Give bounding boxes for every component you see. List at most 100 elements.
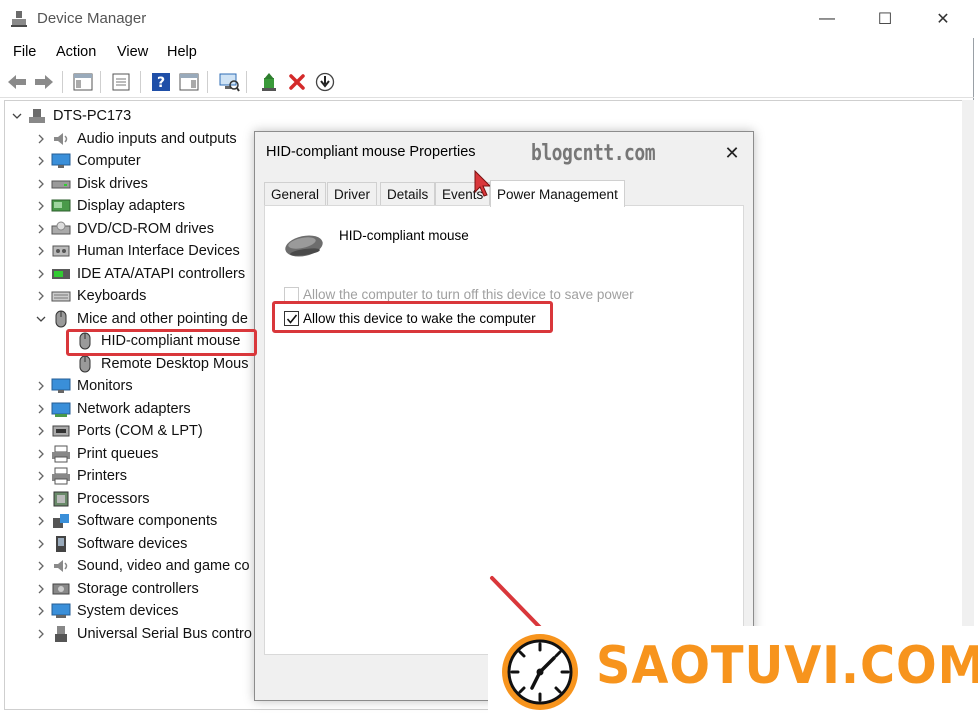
chevron-right-icon[interactable] xyxy=(33,240,49,262)
chevron-right-icon[interactable] xyxy=(33,510,49,532)
tree-item-label: Storage controllers xyxy=(77,580,199,597)
uninstall-device-button[interactable] xyxy=(286,71,308,93)
tab-driver[interactable]: Driver xyxy=(327,182,377,206)
minimize-button[interactable]: — xyxy=(798,0,856,38)
chevron-right-icon[interactable] xyxy=(33,420,49,442)
tree-category-keyboards[interactable]: Keyboards xyxy=(33,285,146,307)
dialog-title: HID-compliant mouse Properties xyxy=(266,144,476,160)
help-button[interactable]: ? xyxy=(150,71,172,93)
toolbar-separator xyxy=(207,71,208,93)
scan-hardware-button[interactable] xyxy=(218,71,240,93)
vertical-scrollbar[interactable] xyxy=(962,100,974,710)
mouse-icon xyxy=(75,355,95,373)
speaker-icon xyxy=(51,130,71,148)
tree-category-mice-and-other-pointing-de[interactable]: Mice and other pointing de xyxy=(33,308,248,330)
chevron-right-icon[interactable] xyxy=(33,263,49,285)
tree-category-print-queues[interactable]: Print queues xyxy=(33,443,158,465)
tab-strip: General Driver Details Events Power Mana… xyxy=(264,180,744,207)
maximize-button[interactable]: ☐ xyxy=(856,0,914,38)
chevron-right-icon[interactable] xyxy=(33,623,49,645)
tab-general[interactable]: General xyxy=(264,182,327,206)
menu-help[interactable]: Help xyxy=(167,44,197,60)
tree-item-label: Universal Serial Bus contro xyxy=(77,625,252,642)
close-button[interactable]: ✕ xyxy=(914,0,972,38)
tree-category-system-devices[interactable]: System devices xyxy=(33,600,179,622)
tree-category-monitors[interactable]: Monitors xyxy=(33,375,133,397)
close-icon: ✕ xyxy=(724,142,740,163)
chevron-right-icon[interactable] xyxy=(33,600,49,622)
chevron-right-icon[interactable] xyxy=(33,398,49,420)
tree-category-computer[interactable]: Computer xyxy=(33,150,141,172)
tree-category-network-adapters[interactable]: Network adapters xyxy=(33,398,191,420)
saotuvi-logo: SAOTUVI.COM xyxy=(488,626,978,716)
console-tree-icon xyxy=(73,73,93,91)
tree-category-software-components[interactable]: Software components xyxy=(33,510,217,532)
keyboard-icon xyxy=(51,287,71,305)
disk-icon xyxy=(51,175,71,193)
tree-item-label: Remote Desktop Mous xyxy=(101,355,249,372)
action-pane-button[interactable] xyxy=(178,71,200,93)
tree-category-audio-inputs-and-outputs[interactable]: Audio inputs and outputs xyxy=(33,128,237,150)
properties-button[interactable] xyxy=(110,71,132,93)
tree-category-storage-controllers[interactable]: Storage controllers xyxy=(33,578,199,600)
chevron-right-icon[interactable] xyxy=(33,285,49,307)
update-driver-button[interactable] xyxy=(258,71,280,93)
chevron-right-icon[interactable] xyxy=(33,443,49,465)
tree-item-label: Computer xyxy=(77,153,141,169)
tree-category-disk-drives[interactable]: Disk drives xyxy=(33,173,148,195)
software-component-icon xyxy=(51,512,71,530)
chevron-right-icon[interactable] xyxy=(33,578,49,600)
properties-icon xyxy=(112,73,130,91)
tree-item-label: Print queues xyxy=(77,445,159,462)
chevron-right-icon[interactable] xyxy=(33,150,49,172)
tab-label: Driver xyxy=(334,187,370,202)
window-title: Device Manager xyxy=(37,10,147,27)
tree-category-display-adapters[interactable]: Display adapters xyxy=(33,195,185,217)
tree-item-label: DTS-PC173 xyxy=(53,108,132,124)
monitor-icon xyxy=(51,377,71,395)
back-button[interactable] xyxy=(6,71,28,93)
tree-category-software-devices[interactable]: Software devices xyxy=(33,533,187,555)
toolbar: ? xyxy=(0,66,974,98)
highlight-hid-mouse xyxy=(66,329,257,356)
tab-power-management[interactable]: Power Management xyxy=(490,180,625,207)
tree-category-printers[interactable]: Printers xyxy=(33,465,127,487)
forward-button[interactable] xyxy=(33,71,55,93)
menu-file[interactable]: File xyxy=(13,44,36,60)
dvd-icon xyxy=(51,220,71,238)
chevron-right-icon[interactable] xyxy=(33,555,49,577)
chevron-right-icon[interactable] xyxy=(33,195,49,217)
chevron-right-icon[interactable] xyxy=(33,173,49,195)
allow-turn-off-label: Allow the computer to turn off this devi… xyxy=(303,287,634,302)
allow-turn-off-checkbox[interactable] xyxy=(284,287,299,302)
tree-category-sound-video-and-game-co[interactable]: Sound, video and game co xyxy=(33,555,250,577)
printer-icon xyxy=(51,467,71,485)
chevron-right-icon[interactable] xyxy=(33,128,49,150)
uninstall-x-icon xyxy=(289,74,305,90)
tree-category-universal-serial-bus-contro[interactable]: Universal Serial Bus contro xyxy=(33,623,252,645)
dialog-close-button[interactable]: ✕ xyxy=(719,140,745,166)
show-hide-console-tree-button[interactable] xyxy=(72,71,94,93)
tree-category-processors[interactable]: Processors xyxy=(33,488,150,510)
chevron-right-icon[interactable] xyxy=(33,465,49,487)
chevron-down-icon[interactable] xyxy=(33,308,49,330)
menu-action[interactable]: Action xyxy=(56,44,96,60)
tree-category-dvd-cd-rom-drives[interactable]: DVD/CD-ROM drives xyxy=(33,218,214,240)
chevron-right-icon[interactable] xyxy=(33,218,49,240)
tab-details[interactable]: Details xyxy=(380,182,436,206)
chevron-right-icon[interactable] xyxy=(33,375,49,397)
tree-item-label: Software components xyxy=(77,513,218,529)
tree-root-computer[interactable]: DTS-PC173 xyxy=(9,105,131,127)
tree-category-ide-ata-atapi-controllers[interactable]: IDE ATA/ATAPI controllers xyxy=(33,263,245,285)
chevron-down-icon[interactable] xyxy=(9,105,25,127)
chevron-right-icon[interactable] xyxy=(33,533,49,555)
disable-device-button[interactable] xyxy=(314,71,336,93)
menu-view[interactable]: View xyxy=(117,44,148,60)
tree-category-ports-com-lpt[interactable]: Ports (COM & LPT) xyxy=(33,420,203,442)
tab-label: Details xyxy=(387,187,429,202)
maximize-icon: ☐ xyxy=(877,11,893,28)
tree-item-label: IDE ATA/ATAPI controllers xyxy=(77,265,246,282)
chevron-right-icon[interactable] xyxy=(33,488,49,510)
tree-category-human-interface-devices[interactable]: Human Interface Devices xyxy=(33,240,240,262)
scan-hardware-icon xyxy=(219,73,240,92)
